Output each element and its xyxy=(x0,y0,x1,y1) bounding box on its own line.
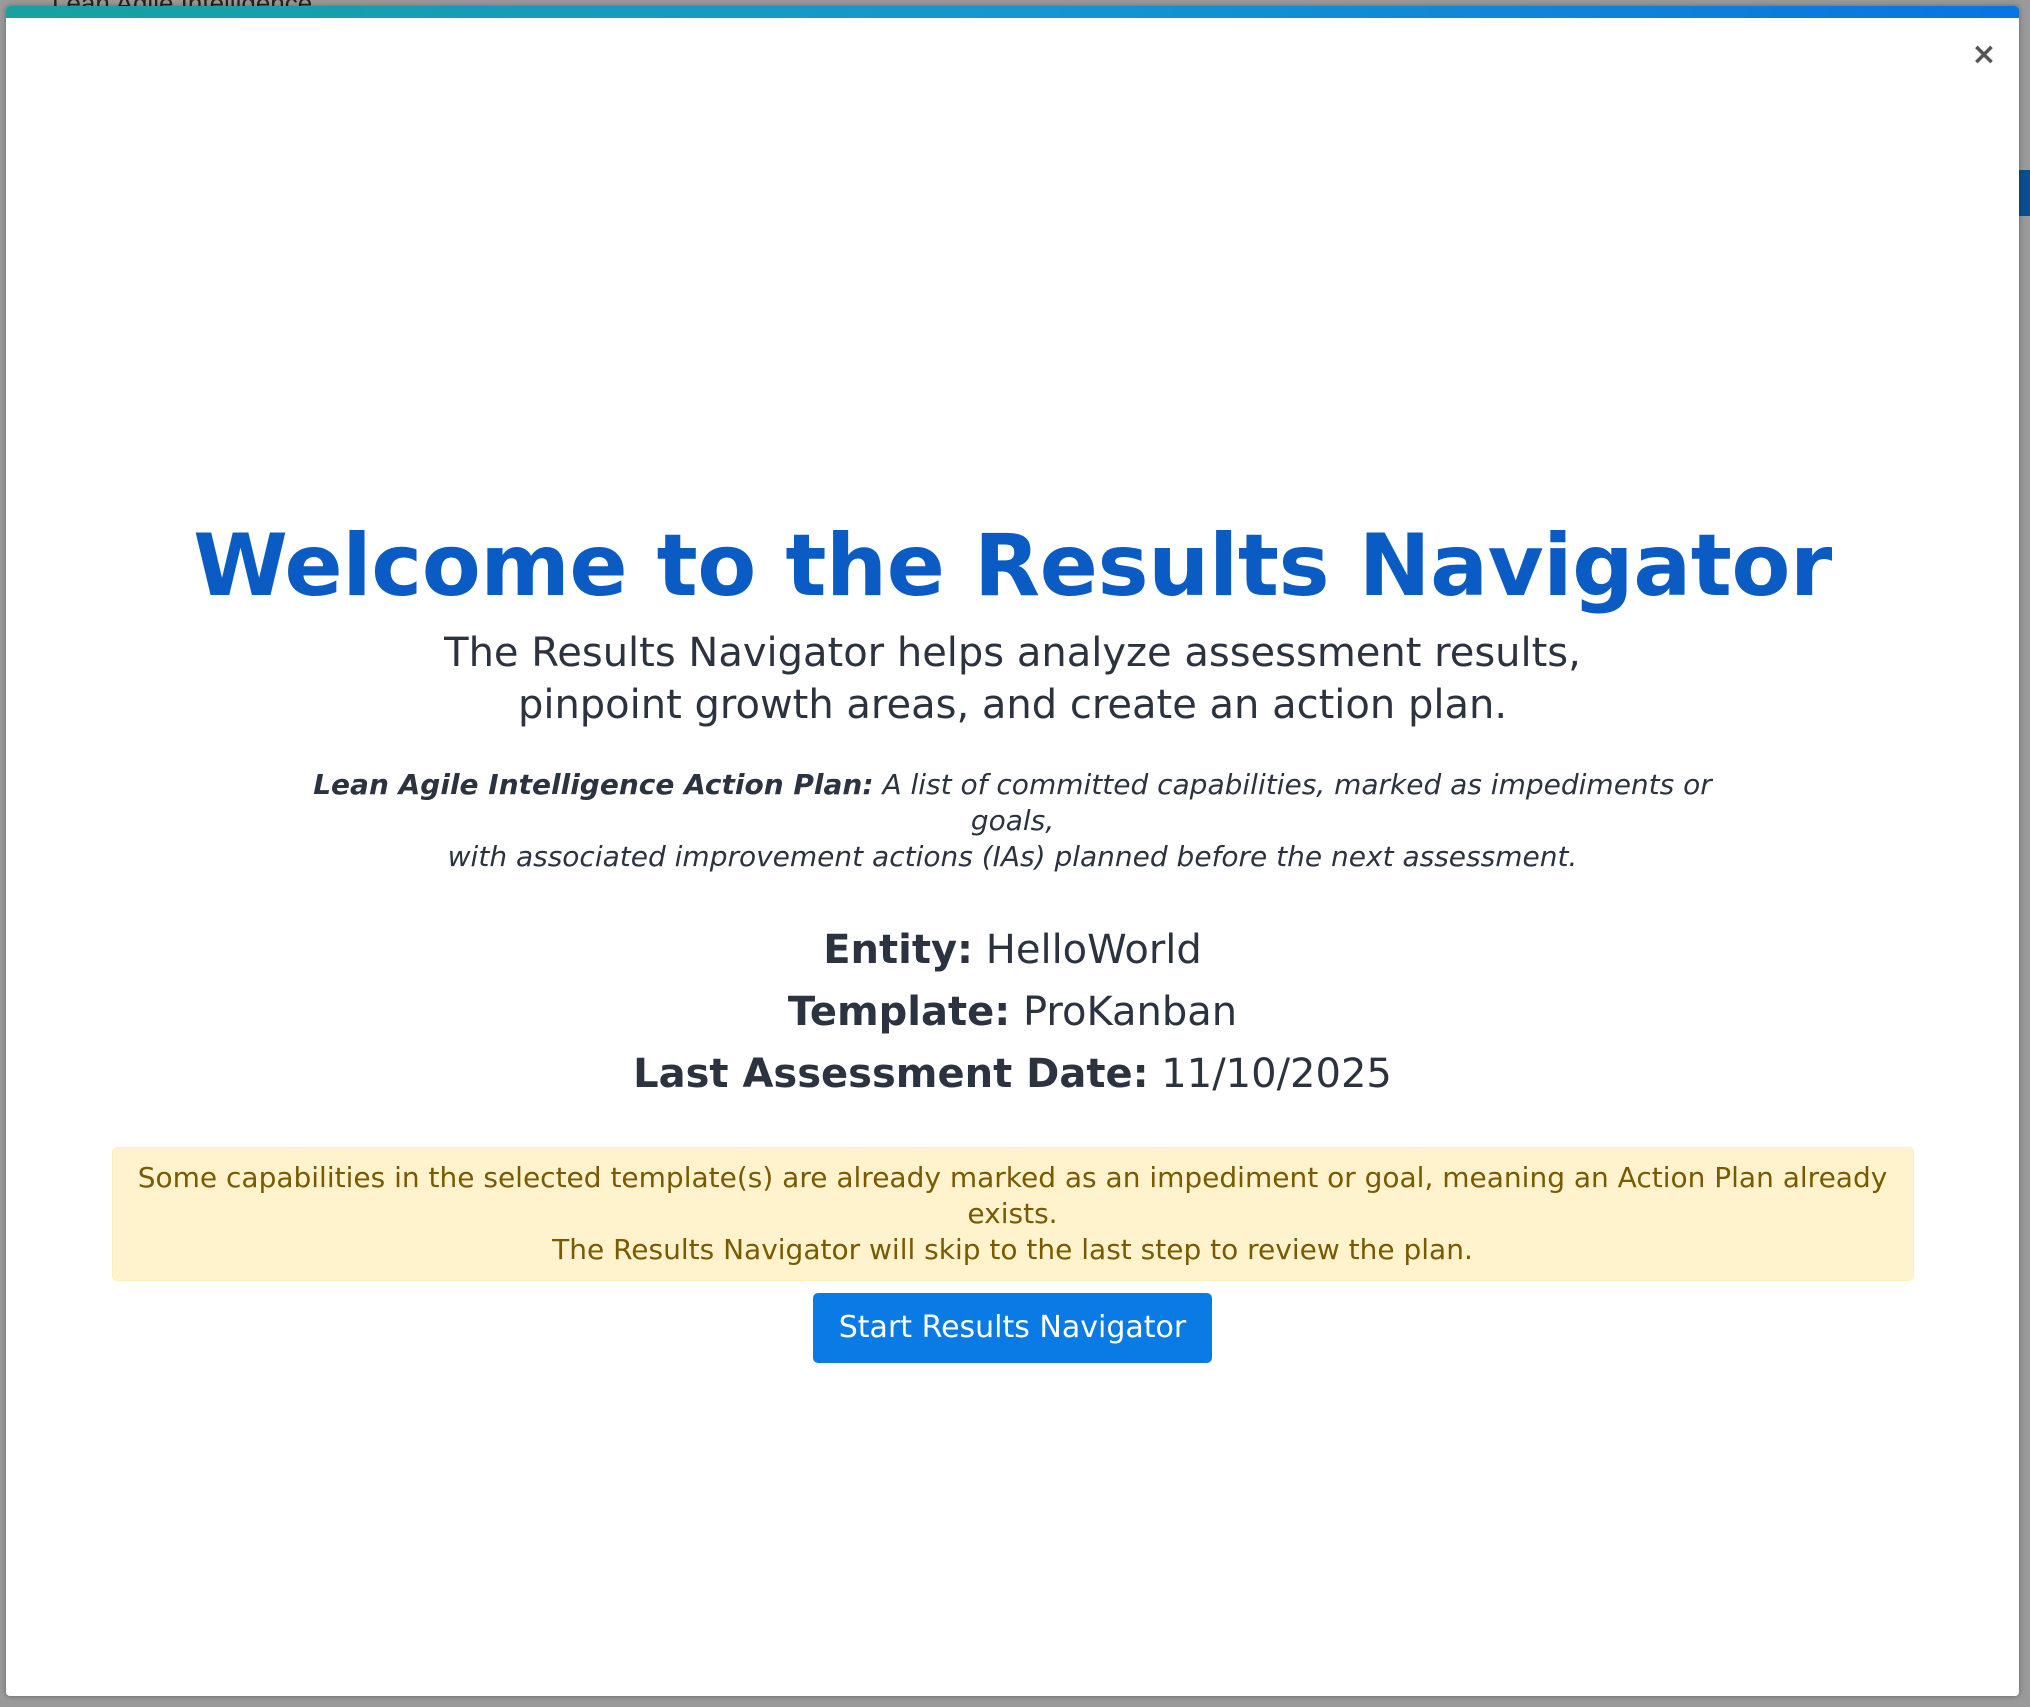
subtitle-line-2: pinpoint growth areas, and create an act… xyxy=(517,682,1508,728)
definition-text-2: with associated improvement actions (IAs… xyxy=(447,840,1578,873)
start-results-navigator-button[interactable]: Start Results Navigator xyxy=(812,1293,1213,1363)
definition-text-1: A list of committed capabilities, marked… xyxy=(873,768,1712,837)
modal-subtitle: The Results Navigator helps analyze asse… xyxy=(6,627,2019,731)
entity-row: Entity: HelloWorld xyxy=(6,919,2019,981)
template-value: ProKanban xyxy=(1010,989,1238,1035)
alert-line-1: Some capabilities in the selected templa… xyxy=(137,1161,1888,1230)
entity-value: HelloWorld xyxy=(973,927,1202,973)
alert-line-2: The Results Navigator will skip to the l… xyxy=(552,1233,1473,1266)
date-value: 11/10/2025 xyxy=(1148,1051,1392,1097)
action-plan-definition: Lean Agile Intelligence Action Plan: A l… xyxy=(303,767,1723,875)
modal-content: Welcome to the Results Navigator The Res… xyxy=(6,511,2019,1363)
entity-label: Entity: xyxy=(823,927,974,973)
date-label: Last Assessment Date: xyxy=(633,1051,1149,1097)
template-row: Template: ProKanban xyxy=(6,981,2019,1043)
template-label: Template: xyxy=(787,989,1011,1035)
action-plan-exists-alert: Some capabilities in the selected templa… xyxy=(111,1147,1914,1281)
modal-accent-bar xyxy=(6,6,2019,18)
definition-term: Lean Agile Intelligence Action Plan: xyxy=(313,768,874,801)
results-navigator-modal: × Welcome to the Results Navigator The R… xyxy=(6,6,2019,1696)
subtitle-line-1: The Results Navigator helps analyze asse… xyxy=(444,630,1581,676)
close-button[interactable]: × xyxy=(1969,38,1999,72)
modal-title: Welcome to the Results Navigator xyxy=(193,516,1832,616)
date-row: Last Assessment Date: 11/10/2025 xyxy=(6,1043,2019,1105)
assessment-meta: Entity: HelloWorld Template: ProKanban L… xyxy=(6,919,2019,1105)
